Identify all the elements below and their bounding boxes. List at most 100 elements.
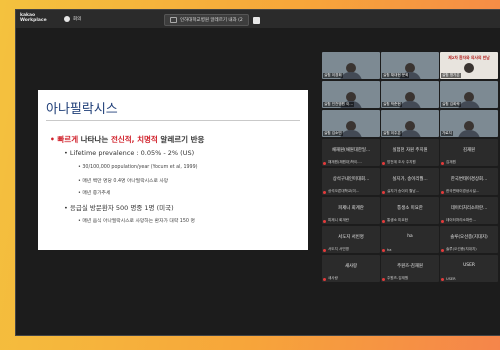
user-avatar-icon (64, 16, 70, 22)
bullet-emphasis-1: 빠르게 (57, 135, 79, 144)
participant-tile[interactable]: 상석구내인미대회... 상석오른대학교(미... (322, 168, 380, 195)
bullet-text-2: 알레르기 반응 (157, 135, 205, 144)
participant-name-center: 채재원(채원대한일... (331, 148, 371, 153)
participant-tile[interactable]: 실험 채대현 문희 (381, 52, 439, 79)
participant-name: 새사랑 (328, 276, 338, 280)
meeting-tab[interactable]: 인하대학교병원 알레르기 내과 (2 (164, 14, 260, 26)
participant-name: ha (387, 248, 392, 252)
participant-name-center: USER (463, 263, 475, 268)
participant-name-center: 상석구내인미대회... (332, 177, 370, 182)
participant-name-center: ha (407, 234, 413, 239)
mic-muted-icon (382, 249, 385, 252)
participant-name: 통생소 미요한 (387, 218, 408, 222)
participant-name: 실험 이주은 (382, 131, 402, 136)
participant-name: 채재원(채원대)학이.... (328, 160, 362, 164)
participant-tile[interactable]: 실험 이경희 (322, 52, 380, 79)
slide-bullet-lifetime: • Lifetime prevalence : 0.05% - 2% (US) (64, 149, 195, 157)
participant-name: 방전계 조사 주지원 (387, 160, 416, 164)
participant-name-center: 주원즈-김재원 (397, 264, 423, 269)
participant-tile[interactable]: 통생소 미요한 통생소 미요한 (381, 197, 439, 224)
participant-tile[interactable]: 데이터처리소파란... 데이터처리소파란... (440, 197, 498, 224)
participant-name: 실험 김희락 (441, 102, 461, 107)
participant-name: 주원즈-김재원 (387, 276, 409, 280)
participant-tile[interactable]: 주원즈-김재원 주원즈-김재원 (381, 255, 439, 282)
meeting-app-window: kakao Workplace 회의 인하대학교병원 알레르기 내과 (2 아나… (16, 10, 500, 335)
mic-muted-icon (323, 191, 326, 194)
participant-tile[interactable]: 실험 이주은 (381, 110, 439, 137)
participant-name-center: 실험천 자원 주지원 (392, 148, 428, 153)
participant-video-body (399, 130, 421, 137)
slide-bullet-er: • 응급실 방문환자 500 명중 1명 (미국) (64, 204, 174, 212)
participant-name-center: 서도지 서빈명 (338, 235, 364, 240)
user-name: 회의 (73, 17, 82, 22)
participant-tile[interactable]: 김재원 김재원 (440, 139, 498, 166)
slide-sub-bullet-3: • 매년 증가추세 (78, 191, 111, 196)
participant-tile[interactable]: 실험천 자원 주지원방전계 조사 주지원 (381, 139, 439, 166)
participant-name: 실험 명가은 (441, 73, 461, 78)
participant-name: 가로지 (441, 131, 453, 136)
participant-name: 실지가 송이리 월남... (387, 189, 420, 193)
participant-grid: 실험 이경희 실험 채대현 문희 제2차 환자와 의사의 만남실험 명가은 실험… (322, 52, 498, 282)
mic-muted-icon (323, 162, 326, 165)
participant-name: 데이터처리소파란... (446, 218, 476, 222)
mic-muted-icon (382, 220, 385, 223)
participant-tile[interactable]: 실험 김소민 (322, 110, 380, 137)
participant-video-body (399, 101, 421, 108)
meeting-title: 인하대학교병원 알레르기 내과 (2 (180, 18, 243, 23)
participant-tile[interactable]: 피제니 회계란 피제니 회계란 (322, 197, 380, 224)
participant-video-body (458, 101, 480, 108)
participant-video-body (340, 72, 362, 79)
logo-line-2: Workplace (20, 18, 47, 23)
participant-name: 김재원 (446, 160, 456, 164)
slide-sub-bullet-2: • 매년 백만 명당 0.4명 아나필락시스로 사망 (78, 179, 169, 184)
participant-name: 한국변태이경상시설... (446, 189, 480, 193)
participant-tile[interactable]: 서도지 서빈명 서도지 서빈명 (322, 226, 380, 253)
mic-muted-icon (441, 278, 444, 281)
participant-tile[interactable]: 제2차 환자와 의사의 만남실험 명가은 (440, 52, 498, 79)
mic-muted-icon (382, 191, 385, 194)
mic-muted-icon (441, 162, 444, 165)
participant-name: 서도지 서빈명 (328, 247, 349, 251)
participant-banner-text: 제2차 환자와 의사의 만남 (448, 55, 490, 60)
participant-name: 실험 김소민 (323, 131, 343, 136)
participant-tile[interactable]: 솔루(오선종(지대지) 솔루(오선종(지대지) (440, 226, 498, 253)
participant-tile[interactable]: 실험 김희락 (440, 81, 498, 108)
participant-tile[interactable]: 한국변태이경상회... 한국변태이경상시설... (440, 168, 498, 195)
participant-name-center: 통생소 미요한 (397, 206, 423, 211)
participant-name: 실험 채대현 문희 (382, 73, 410, 78)
bullet-text-1: 나타나는 (78, 135, 111, 144)
participant-name: 피제니 회계란 (328, 218, 349, 222)
participant-tile[interactable]: ha ha (381, 226, 439, 253)
participant-video (464, 63, 474, 73)
slide-bullet-main: • 빠르게 나타나는 전신적, 치명적 알레르기 반응 (50, 134, 204, 145)
participant-tile[interactable]: 채재원(채원대한일... 채재원(채원대)학이.... (322, 139, 380, 166)
shared-slide: 아나필락시스 • 빠르게 나타나는 전신적, 치명적 알레르기 반응 • Lif… (38, 90, 308, 250)
slide-divider (46, 120, 300, 121)
participant-tile[interactable]: 실험 박준현 (381, 81, 439, 108)
participant-video-body (340, 130, 362, 137)
mic-muted-icon (382, 162, 385, 165)
meeting-title-chip[interactable]: 인하대학교병원 알레르기 내과 (2 (164, 14, 249, 26)
participant-name: USER (446, 277, 456, 281)
participant-name: 실험 박준현 (382, 102, 402, 107)
bullet-emphasis-2: 전신적, 치명적 (110, 135, 158, 144)
participant-name: 솔루(오선종(지대지) (446, 247, 477, 251)
slide-sub-bullet-1: • 30/100,000 population/year (Yocum et a… (78, 165, 198, 170)
participant-tile[interactable]: 실지가, 송이리월... 실지가 송이리 월남... (381, 168, 439, 195)
slide-sub-bullet-4: • 매년 음식 아나필락시스로 사망하는 환자가 대략 150 명 (78, 219, 195, 224)
slide-title: 아나필락시스 (46, 102, 118, 117)
participant-name-center: 한국변태이경상회... (450, 177, 488, 182)
participant-video-body (458, 130, 480, 137)
window-icon (170, 17, 177, 23)
participant-tile[interactable]: 새사랑 새사랑 (322, 255, 380, 282)
participant-name-center: 실지가, 송이리월... (392, 177, 428, 182)
mic-muted-icon (323, 278, 326, 281)
popout-icon[interactable] (252, 16, 260, 24)
user-menu[interactable]: 회의 (64, 16, 81, 22)
participant-tile[interactable]: 실험 인천병원 이... (322, 81, 380, 108)
participant-tile[interactable]: USER USER (440, 255, 498, 282)
participant-name-center: 데이터처리소파란... (450, 206, 488, 211)
participant-name-center: 솔루(오선종(지대지) (450, 235, 488, 240)
participant-name: 상석오른대학교(미... (328, 189, 360, 193)
participant-tile[interactable]: 가로지 (440, 110, 498, 137)
